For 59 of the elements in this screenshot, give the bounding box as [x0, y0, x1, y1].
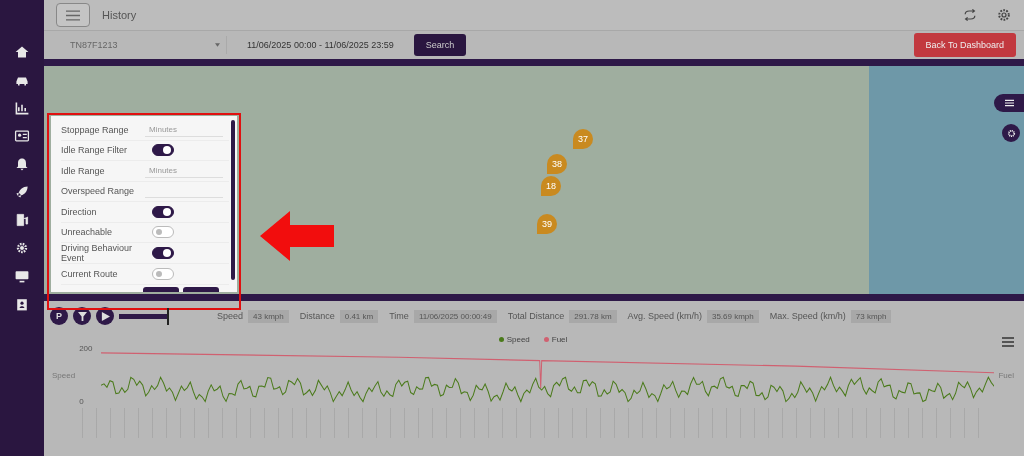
stat-label: Avg. Speed (km/h) — [627, 311, 702, 321]
page-title: History — [102, 9, 137, 21]
stat-value: 11/06/2025 00:00:49 — [413, 309, 497, 323]
fuel-pump-icon[interactable] — [14, 212, 30, 228]
back-to-dashboard-button[interactable]: Back To Dashboard — [913, 33, 1016, 57]
stat-label: Time — [389, 311, 409, 321]
toggle-switch[interactable] — [152, 205, 174, 218]
settings-icon — [1006, 128, 1016, 138]
stat-label: Max. Speed (km/h) — [769, 311, 846, 321]
legend-item[interactable]: Speed — [498, 335, 530, 344]
map-cluster-marker[interactable]: 38 — [547, 154, 567, 174]
stat-value: 35.69 kmph — [706, 309, 759, 323]
range-input[interactable]: Minutes — [145, 122, 223, 137]
home-icon[interactable] — [14, 44, 30, 60]
arrow-annotation-icon — [260, 211, 334, 261]
monitor-icon[interactable] — [14, 268, 30, 284]
caret-icon — [215, 43, 220, 47]
layers-button[interactable] — [994, 94, 1024, 112]
legend-item[interactable]: Fuel — [543, 335, 568, 344]
setting-label: Direction — [61, 206, 98, 217]
map-cluster-marker[interactable]: 37 — [573, 129, 593, 149]
stat-value: 291.78 km — [569, 309, 617, 323]
toggle-switch[interactable] — [152, 144, 174, 157]
range-input[interactable]: Minutes — [145, 163, 223, 178]
map-cluster-marker[interactable]: 18 — [541, 176, 561, 196]
menu-icon — [66, 9, 80, 21]
stat-value: 0.41 km — [339, 309, 379, 323]
setting-label: Unreachable — [61, 227, 114, 238]
id-card-icon[interactable] — [14, 128, 30, 144]
setting-label: Stoppage Range — [61, 124, 130, 135]
bell-icon[interactable] — [14, 156, 30, 172]
stat-value: 43 kmph — [248, 309, 289, 323]
menu-icon — [1004, 99, 1014, 107]
stat-label: Speed — [217, 311, 244, 321]
search-button[interactable]: Search — [413, 34, 467, 56]
stat-value: 73 kmph — [850, 309, 892, 323]
setting-label: Current Route — [61, 268, 119, 279]
map-cluster-marker[interactable]: 39 — [537, 214, 557, 234]
stat-label: Total Distance — [507, 311, 565, 321]
toggle-switch[interactable] — [152, 226, 174, 239]
toggle-switch[interactable] — [152, 267, 174, 280]
settings-icon[interactable] — [14, 240, 30, 256]
stat-label: Distance — [299, 311, 335, 321]
bar-chart-icon[interactable] — [14, 100, 30, 116]
rocket-icon[interactable] — [14, 184, 30, 200]
vehicle-select[interactable]: TN87F1213 — [64, 36, 227, 54]
axis-tick-label: 0 — [79, 397, 85, 406]
setting-label: Idle Range — [61, 165, 106, 176]
setting-label: Idle Range Filter — [61, 145, 129, 156]
clipboard-icon[interactable] — [14, 296, 30, 312]
play-icon — [100, 311, 110, 321]
setting-label: Overspeed Range — [61, 186, 136, 197]
filter-icon — [77, 311, 87, 321]
date-range-field[interactable]: 11/06/2025 00:00 - 11/06/2025 23:59 — [235, 36, 406, 54]
setting-label: Driving Behaviour Event — [61, 243, 134, 263]
toggle-switch[interactable] — [152, 247, 174, 259]
menu-icon[interactable] — [1002, 337, 1014, 347]
axis-tick-label: 200 — [79, 344, 94, 353]
sync-icon[interactable] — [962, 7, 978, 23]
